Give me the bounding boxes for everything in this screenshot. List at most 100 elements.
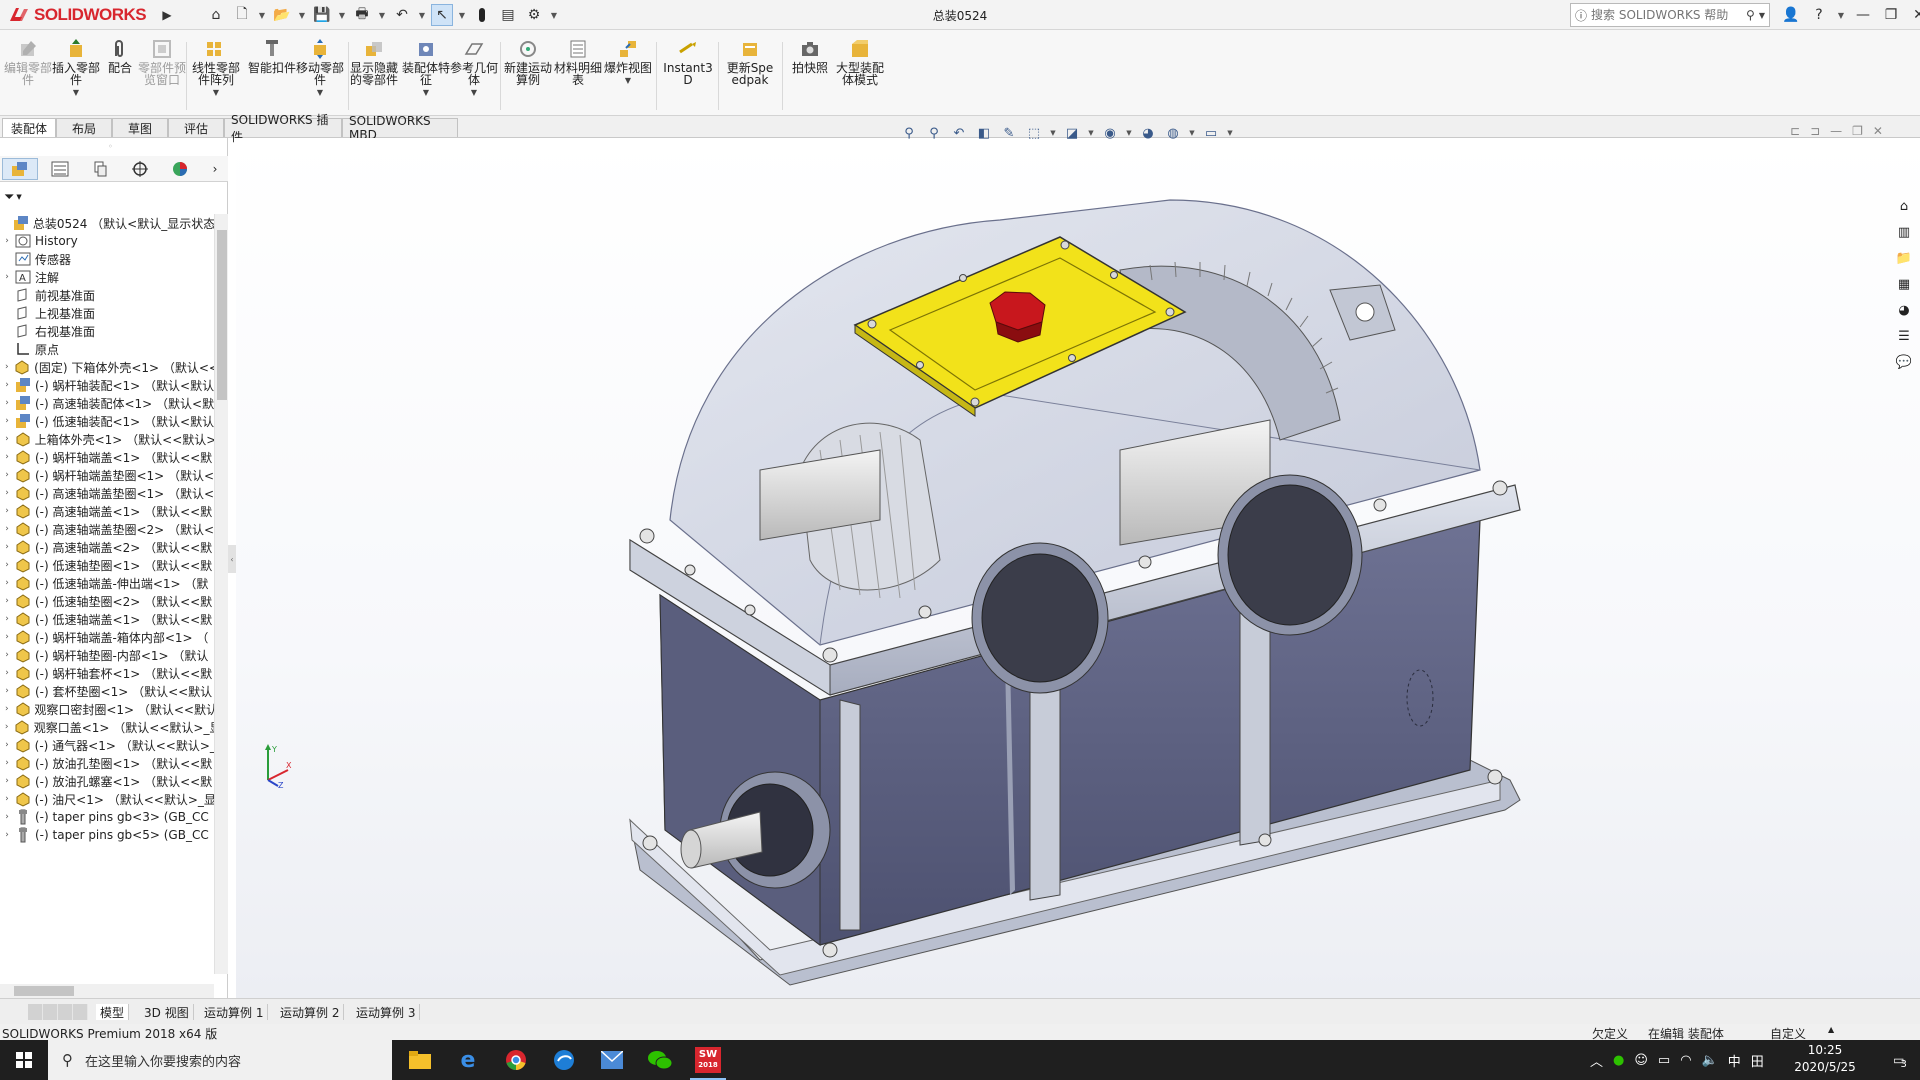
exploded-view-dropdown-icon[interactable]: ▼ — [625, 75, 631, 87]
open-icon[interactable]: 📂 — [271, 4, 293, 26]
expand-arrow-icon[interactable]: › — [0, 470, 14, 480]
scrollbar-thumb[interactable] — [217, 230, 227, 400]
edit-appearance-icon[interactable]: ◕ — [1139, 124, 1157, 142]
zoom-to-fit-icon[interactable]: ⚲ — [900, 124, 918, 142]
tree-item[interactable]: › 观察口盖<1> （默认<<默认>_显 — [0, 718, 214, 736]
expand-arrow-icon[interactable]: › — [0, 488, 14, 498]
appearances-icon[interactable]: ◕ — [1894, 300, 1914, 320]
update-speedpak-button[interactable]: 更新Speedpak — [722, 38, 778, 116]
select-arrow-icon[interactable]: ↖ — [431, 4, 453, 26]
view-orientation-icon[interactable]: ⬚ — [1025, 124, 1043, 142]
ime-indicator[interactable]: 中 — [1728, 1051, 1741, 1070]
expand-arrow-icon[interactable]: › — [0, 524, 14, 534]
expand-arrow-icon[interactable]: › — [0, 704, 14, 714]
options-dropdown-icon[interactable]: ▼ — [549, 4, 559, 26]
expand-arrow-icon[interactable]: › — [0, 794, 14, 804]
tree-item[interactable]: › (-) 低速轴垫圈<1> （默认<<默 — [0, 556, 214, 574]
display-style-dropdown-icon[interactable]: ▼ — [1088, 124, 1094, 142]
expand-arrow-icon[interactable]: › — [0, 272, 14, 282]
search-icon[interactable]: ⚲ — [1746, 8, 1755, 22]
panel-collapse-handle[interactable]: ‹ — [228, 545, 236, 573]
expand-arrow-icon[interactable]: › — [0, 416, 14, 426]
insert-component-dropdown-icon[interactable]: ▼ — [73, 87, 79, 99]
tile-right-icon[interactable]: ⊐ — [1810, 124, 1820, 138]
new-dropdown-icon[interactable]: ▼ — [257, 4, 267, 26]
tree-root-assembly[interactable]: 总装0524 （默认<默认_显示状态-1 — [0, 214, 214, 232]
action-center-button[interactable]: ▭ 3 — [1880, 1040, 1920, 1080]
tree-item[interactable]: › 观察口密封圈<1> （默认<<默认 — [0, 700, 214, 718]
view-orientation-dropdown-icon[interactable]: ▼ — [1050, 124, 1056, 142]
tree-item[interactable]: › (-) 蜗杆轴端盖-箱体内部<1> （ — [0, 628, 214, 646]
tree-item[interactable]: 上视基准面 — [0, 304, 214, 322]
instant3d-button[interactable]: Instant3D — [662, 38, 714, 116]
wechat-tray-icon[interactable]: ● — [1613, 1053, 1624, 1068]
help-dropdown-icon[interactable]: ▼ — [1836, 4, 1846, 26]
expand-arrow-icon[interactable]: › — [0, 398, 14, 408]
file-explorer-icon[interactable]: 📁 — [1894, 248, 1914, 268]
expand-arrow-icon[interactable]: › — [0, 236, 14, 246]
forum-icon[interactable]: 💬 — [1894, 352, 1914, 372]
expand-arrow-icon[interactable]: › — [0, 434, 14, 444]
tree-item[interactable]: › (-) 蜗杆轴端盖垫圈<1> （默认< — [0, 466, 214, 484]
dimxpert-manager-tab[interactable] — [122, 158, 158, 180]
filter-funnel-icon[interactable]: ⏷ — [4, 190, 14, 205]
tree-item[interactable]: › (-) 通气器<1> （默认<<默认>_ — [0, 736, 214, 754]
expand-arrow-icon[interactable]: › — [0, 578, 14, 588]
tree-item[interactable]: › (-) 高速轴端盖垫圈<1> （默认< — [0, 484, 214, 502]
linear-pattern-dropdown-icon[interactable]: ▼ — [213, 87, 219, 99]
scrollbar-thumb[interactable] — [14, 986, 74, 996]
windows-start-button[interactable] — [0, 1040, 48, 1080]
expand-arrow-icon[interactable]: › — [0, 650, 14, 660]
expand-arrow-icon[interactable]: › — [0, 758, 14, 768]
tree-item[interactable]: › (-) 放油孔垫圈<1> （默认<<默 — [0, 754, 214, 772]
linear-pattern-button[interactable]: 线性零部件阵列 ▼ — [192, 38, 240, 116]
section-view-icon[interactable]: ◧ — [975, 124, 993, 142]
view-settings-dropdown-icon[interactable]: ▼ — [1227, 124, 1233, 142]
reference-geometry-dropdown-icon[interactable]: ▼ — [471, 87, 477, 99]
tree-item[interactable]: › (-) taper pins gb<5> (GB_CC — [0, 826, 214, 844]
expand-arrow-icon[interactable]: › — [0, 830, 14, 840]
expand-arrow-icon[interactable]: › — [0, 614, 14, 624]
tree-item[interactable]: › A 注解 — [0, 268, 214, 286]
home-icon[interactable]: ⌂ — [205, 4, 227, 26]
user-icon[interactable]: 👤 — [1780, 4, 1802, 26]
tree-horizontal-scrollbar[interactable] — [0, 984, 214, 998]
user-tray-icon[interactable]: ☺ — [1634, 1053, 1648, 1068]
tab-solidworks-mbd[interactable]: SOLIDWORKS MBD — [342, 114, 458, 142]
expand-arrow-icon[interactable]: › — [0, 506, 14, 516]
tree-vertical-scrollbar[interactable] — [214, 214, 228, 974]
smart-fasteners-button[interactable]: 智能扣件 — [248, 38, 296, 116]
solidworks-logo[interactable]: SOLIDWORKS — [8, 3, 156, 27]
edit-component-button[interactable]: 编辑零部件 — [4, 38, 52, 116]
tree-item[interactable]: 传感器 — [0, 250, 214, 268]
tree-item[interactable]: › (-) 高速轴端盖垫圈<2> （默认< — [0, 520, 214, 538]
zoom-to-area-icon[interactable]: ⚲ — [925, 124, 943, 142]
menu-expand-icon[interactable]: ▶ — [160, 3, 174, 27]
tree-filter[interactable]: ⏷ ▼ — [4, 188, 22, 206]
save-icon[interactable]: 💾 — [311, 4, 333, 26]
tree-item[interactable]: › (-) 蜗杆轴垫圈-内部<1> （默认 — [0, 646, 214, 664]
tree-item[interactable]: › 上箱体外壳<1> （默认<<默认> — [0, 430, 214, 448]
edge-app-icon[interactable]: e — [444, 1040, 492, 1080]
tree-item[interactable]: › (-) 蜗杆轴端盖<1> （默认<<默 — [0, 448, 214, 466]
tree-item[interactable]: 右视基准面 — [0, 322, 214, 340]
expand-arrow-icon[interactable]: › — [0, 812, 14, 822]
previous-view-icon[interactable]: ↶ — [950, 124, 968, 142]
tab-layout[interactable]: 布局 — [56, 118, 112, 137]
take-snapshot-button[interactable]: 拍快照 — [786, 38, 834, 116]
undo-dropdown-icon[interactable]: ▼ — [417, 4, 427, 26]
new-motion-study-button[interactable]: 新建运动算例 — [504, 38, 552, 116]
expand-arrow-icon[interactable]: › — [0, 380, 14, 390]
expand-arrow-icon[interactable]: › — [0, 686, 14, 696]
tree-item[interactable]: › (-) 高速轴端盖<1> （默认<<默 — [0, 502, 214, 520]
tree-item[interactable]: › (-) 油尺<1> （默认<<默认>_显 — [0, 790, 214, 808]
minimize-icon[interactable]: — — [1852, 4, 1874, 26]
options-gear-icon[interactable]: ⚙ — [523, 4, 545, 26]
help-search[interactable]: ⓘ ⚲ ▼ — [1570, 3, 1770, 27]
more-tabs-chevron-icon[interactable]: › — [206, 158, 224, 180]
expand-arrow-icon[interactable]: › — [0, 542, 14, 552]
close-icon[interactable]: ✕ — [1908, 4, 1920, 26]
tree-item[interactable]: › (-) 高速轴装配体<1> （默认<默 — [0, 394, 214, 412]
taskbar-clock[interactable]: 10:25 2020/5/25 — [1770, 1042, 1880, 1076]
assembly-features-button[interactable]: 装配体特征 ▼ — [402, 38, 450, 116]
